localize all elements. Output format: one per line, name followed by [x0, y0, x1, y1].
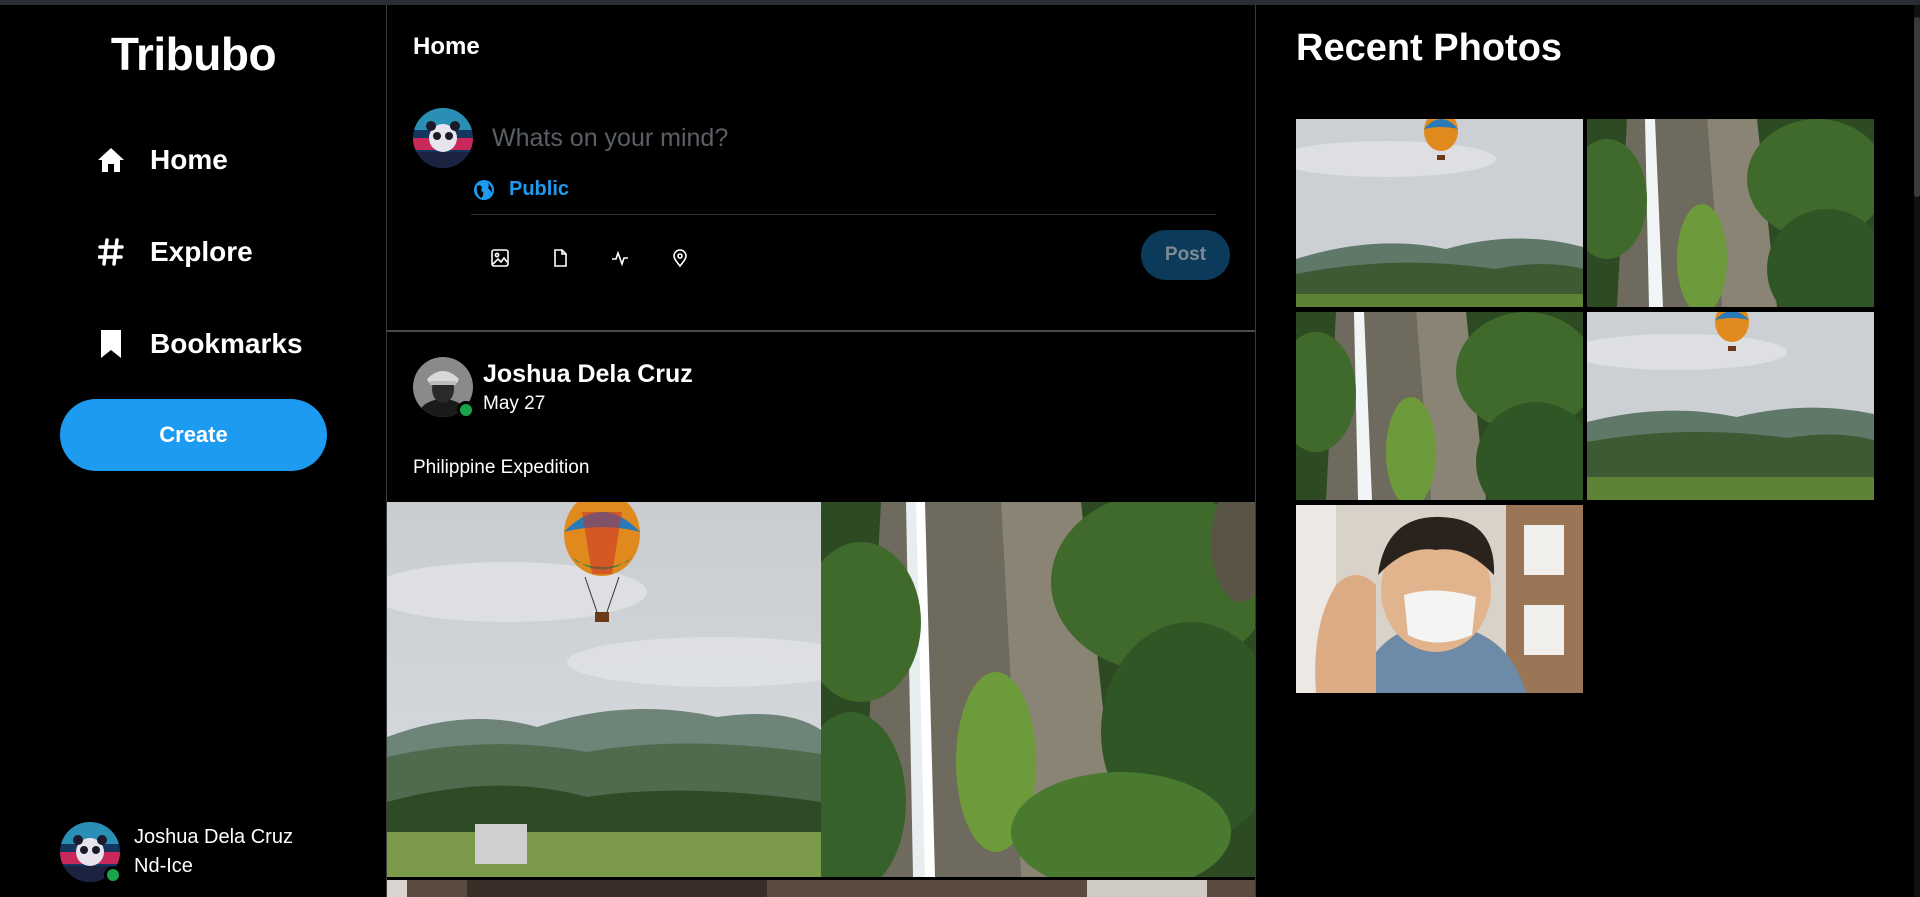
bookmark-icon	[94, 327, 128, 361]
avatar[interactable]	[413, 357, 475, 419]
sidebar-item-label: Explore	[150, 236, 253, 267]
divider	[471, 214, 1216, 215]
post-image-waterfall[interactable]	[796, 482, 1255, 892]
home-icon	[94, 143, 128, 177]
online-status-dot	[104, 866, 122, 884]
scrollbar-thumb[interactable]	[1914, 17, 1920, 197]
sidebar-item-label: Bookmarks	[150, 328, 303, 359]
sidebar-item-explore[interactable]: Explore	[94, 227, 253, 277]
post-button[interactable]: Post	[1141, 230, 1230, 280]
avatar	[60, 822, 122, 884]
recent-photos-title: Recent Photos	[1296, 27, 1563, 69]
image-icon[interactable]	[487, 245, 513, 271]
post-date: May 27	[483, 393, 546, 414]
user-handle: Nd-Ice	[134, 855, 193, 877]
recent-photo-thumb[interactable]	[1296, 505, 1583, 693]
avatar	[413, 108, 473, 168]
sidebar-item-label: Home	[150, 144, 228, 175]
recent-photo-thumb[interactable]	[1296, 119, 1583, 307]
post-image-balloon[interactable]	[387, 492, 867, 877]
recent-photo-thumb[interactable]	[1587, 119, 1874, 307]
file-icon[interactable]	[547, 245, 573, 271]
recent-photo-thumb[interactable]	[1587, 312, 1874, 500]
post-author[interactable]: Joshua Dela Cruz	[483, 360, 693, 389]
activity-icon[interactable]	[607, 245, 633, 271]
online-status-dot	[457, 401, 475, 419]
user-name: Joshua Dela Cruz	[134, 826, 293, 848]
main-feed: Home Public	[387, 5, 1256, 897]
post-text: Philippine Expedition	[413, 457, 590, 478]
globe-icon	[474, 179, 494, 200]
post-composer-input[interactable]	[492, 118, 1212, 158]
divider	[387, 330, 1255, 332]
sidebar: Tribubo Home Explore Bookmarks Create Jo…	[0, 5, 387, 897]
current-user[interactable]: Joshua Dela Cruz Nd-Ice	[60, 822, 293, 884]
hashtag-icon	[94, 235, 128, 269]
app-logo[interactable]: Tribubo	[0, 27, 387, 81]
create-button[interactable]: Create	[60, 399, 327, 471]
location-icon[interactable]	[667, 245, 693, 271]
post-image-row-next	[387, 880, 1255, 897]
audience-selector[interactable]: Public	[473, 178, 569, 201]
recent-photo-thumb[interactable]	[1296, 312, 1583, 500]
sidebar-item-bookmarks[interactable]: Bookmarks	[94, 319, 303, 369]
recent-photos-panel: Recent Photos	[1257, 5, 1920, 897]
page-title: Home	[413, 33, 480, 60]
audience-label: Public	[509, 178, 570, 200]
sidebar-item-home[interactable]: Home	[94, 135, 228, 185]
page-scrollbar[interactable]	[1914, 5, 1920, 897]
